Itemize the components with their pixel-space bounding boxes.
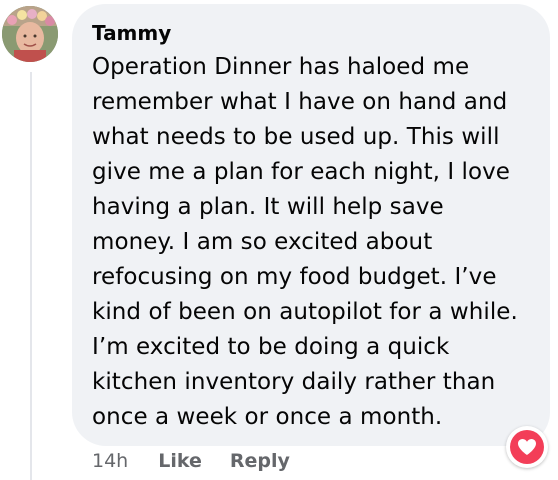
heart-icon [510, 430, 544, 464]
avatar[interactable] [2, 6, 58, 62]
comment-text: Operation Dinner has haloed me remember … [92, 54, 518, 430]
avatar-photo [2, 6, 58, 62]
reaction-badge[interactable] [506, 426, 548, 468]
comment-actions: 14h Like Reply [92, 450, 318, 472]
like-button[interactable]: Like [158, 450, 202, 472]
comment-author[interactable]: Tammy [92, 20, 532, 46]
thread-line [30, 72, 32, 480]
comment-timestamp[interactable]: 14h [92, 450, 128, 472]
reply-button[interactable]: Reply [230, 450, 290, 472]
comment-bubble: Tammy Operation Dinner has haloed me rem… [72, 4, 550, 446]
